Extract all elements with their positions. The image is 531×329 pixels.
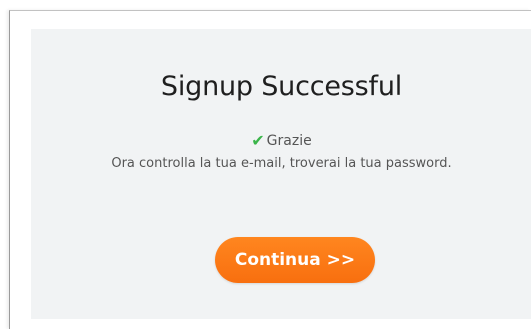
signup-window: Signup Successful ✔ Grazie Ora controlla … xyxy=(9,10,531,329)
continue-button[interactable]: Continua >> xyxy=(215,237,375,283)
thanks-line: ✔ Grazie xyxy=(31,131,531,151)
thanks-text: Grazie xyxy=(266,133,312,149)
signup-success-panel: Signup Successful ✔ Grazie Ora controlla … xyxy=(31,29,531,319)
instruction-message: Ora controlla la tua e-mail, troverai la… xyxy=(111,156,452,171)
check-icon: ✔ xyxy=(251,131,265,150)
page-title: Signup Successful xyxy=(160,71,403,102)
